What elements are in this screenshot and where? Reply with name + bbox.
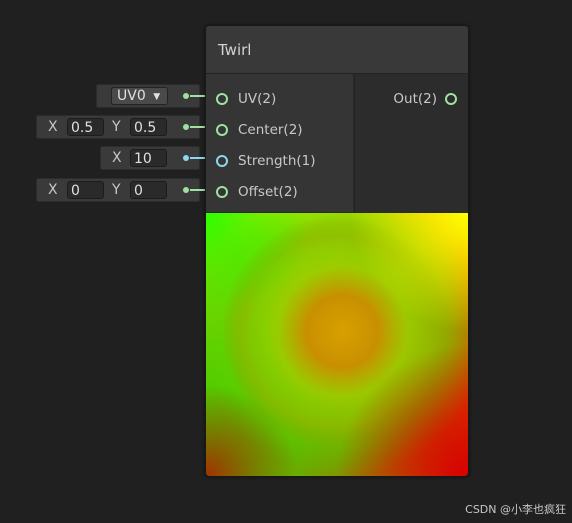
center-field: X 0.5 Y 0.5 (36, 115, 200, 139)
input-port-uv[interactable]: UV(2) (206, 89, 353, 109)
offset-x-label: X (48, 182, 58, 198)
watermark: CSDN @小李也疯狂 (465, 503, 566, 516)
port-connector-icon[interactable] (445, 93, 457, 105)
center-connector-dot (183, 124, 189, 130)
strength-x-label: X (112, 150, 122, 166)
output-port-label: Out(2) (393, 91, 437, 107)
offset-y-label: Y (112, 182, 121, 198)
uv-dropdown-value: UV0 (117, 88, 146, 104)
input-port-strength[interactable]: Strength(1) (206, 151, 353, 171)
center-x-label: X (48, 119, 58, 135)
twirl-node[interactable]: Twirl UV(2) Center(2) Strength(1) Offset… (205, 25, 469, 477)
strength-connector-dot (183, 155, 189, 161)
chevron-down-icon: ▼ (153, 92, 161, 102)
node-title: Twirl (218, 41, 252, 59)
twirl-preview-image (206, 213, 468, 476)
input-port-label: Strength(1) (238, 153, 316, 169)
uv-field: UV0 ▼ (96, 84, 200, 108)
output-ports-panel: Out(2) (354, 74, 468, 212)
input-port-center[interactable]: Center(2) (206, 120, 353, 140)
input-port-label: UV(2) (238, 91, 277, 107)
port-connector-icon[interactable] (216, 155, 228, 167)
center-y-input[interactable]: 0.5 (130, 118, 167, 136)
port-connector-icon[interactable] (216, 124, 228, 136)
strength-x-input[interactable]: 10 (130, 149, 167, 167)
input-port-label: Center(2) (238, 122, 303, 138)
port-connector-icon[interactable] (216, 186, 228, 198)
twirl-preview (206, 213, 468, 476)
output-port-out[interactable]: Out(2) (355, 89, 468, 109)
center-x-input[interactable]: 0.5 (67, 118, 104, 136)
offset-connector-dot (183, 187, 189, 193)
port-connector-icon[interactable] (216, 93, 228, 105)
offset-x-input[interactable]: 0 (67, 181, 104, 199)
node-header[interactable]: Twirl (206, 26, 468, 74)
offset-field: X 0 Y 0 (36, 178, 200, 202)
input-port-offset[interactable]: Offset(2) (206, 182, 353, 202)
input-ports-panel: UV(2) Center(2) Strength(1) Offset(2) (206, 74, 353, 212)
center-y-label: Y (112, 119, 121, 135)
offset-y-input[interactable]: 0 (130, 181, 167, 199)
uv-connector-dot (183, 93, 189, 99)
strength-field: X 10 (100, 146, 200, 170)
uv-dropdown[interactable]: UV0 ▼ (111, 87, 168, 105)
input-port-label: Offset(2) (238, 184, 298, 200)
